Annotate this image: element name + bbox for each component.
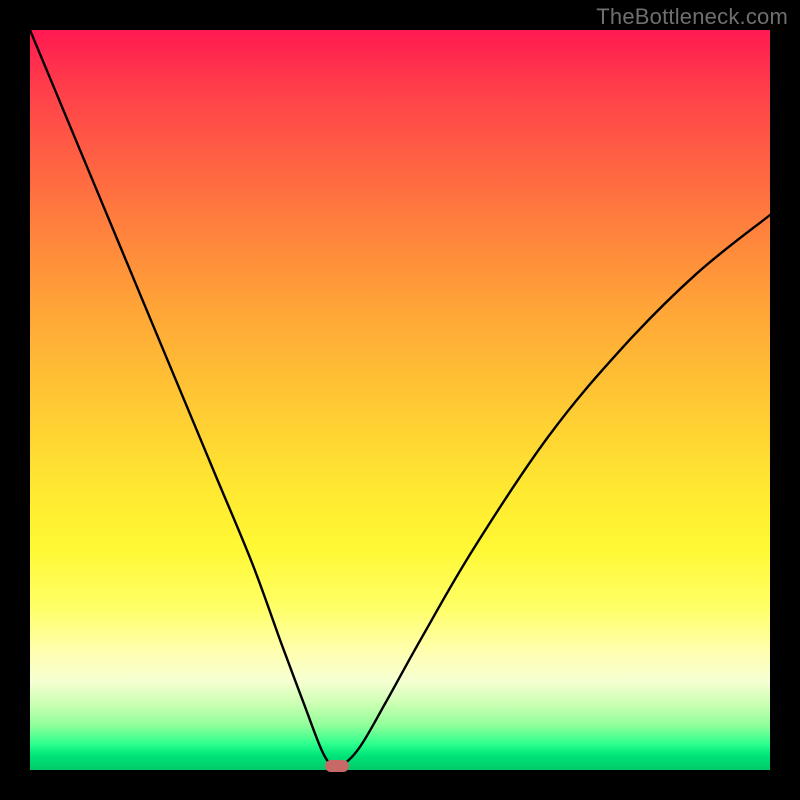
watermark-text: TheBottleneck.com bbox=[596, 4, 788, 30]
curve-path bbox=[30, 30, 770, 769]
minimum-marker bbox=[325, 760, 349, 772]
bottleneck-curve bbox=[30, 30, 770, 770]
chart-frame: TheBottleneck.com bbox=[0, 0, 800, 800]
plot-area bbox=[30, 30, 770, 770]
